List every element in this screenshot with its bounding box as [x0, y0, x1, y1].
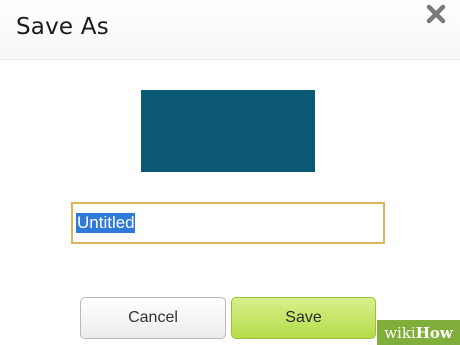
dialog-title: Save As — [16, 14, 109, 40]
cancel-button[interactable]: Cancel — [80, 297, 226, 339]
watermark-part-how: How — [415, 323, 453, 342]
document-preview-thumbnail — [141, 90, 315, 172]
close-button[interactable] — [424, 2, 448, 26]
watermark-part-wiki: wiki — [384, 323, 416, 342]
close-icon — [426, 4, 446, 24]
wikihow-watermark: wiki How — [377, 320, 460, 345]
dialog-title-bar: Save As — [0, 0, 460, 60]
save-button[interactable]: Save — [231, 297, 376, 339]
file-name-selected-text: Untitled — [76, 213, 135, 233]
file-name-input[interactable]: Untitled — [71, 202, 385, 244]
save-as-dialog: Save As Untitled Cancel Save — [0, 0, 460, 345]
